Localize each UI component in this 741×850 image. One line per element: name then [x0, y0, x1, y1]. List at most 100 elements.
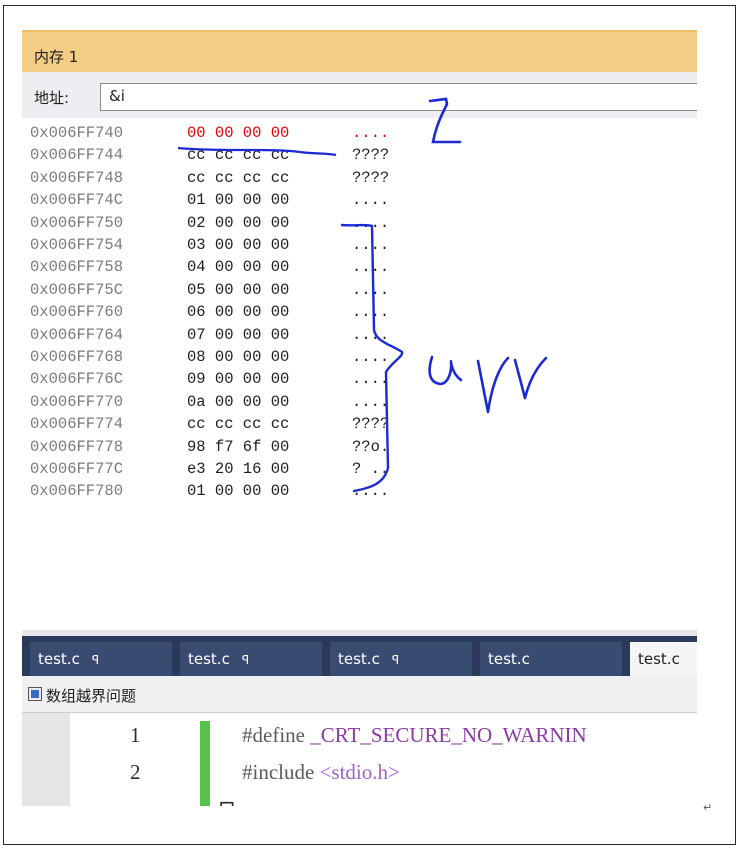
memory-row[interactable]: 0x006FF748 cc cc cc cc???? [22, 167, 697, 189]
memory-address: 0x006FF768 [30, 348, 124, 366]
memory-bytes[interactable]: 09 00 00 00 [187, 368, 289, 390]
editor-tab[interactable]: test.c ꟼ [30, 642, 172, 676]
return-mark-icon: ↵ [703, 801, 713, 814]
memory-bytes[interactable]: cc cc cc cc [187, 413, 289, 435]
memory-ascii: ???? [352, 146, 390, 165]
memory-ascii: .... [352, 124, 390, 142]
collapse-box-icon[interactable]: ⊟ [218, 796, 236, 806]
memory-row[interactable]: 0x006FF764 07 00 00 00.... [22, 324, 697, 346]
bookmark-label[interactable]: 数组越界问题 [46, 685, 136, 706]
line-number: 2 [130, 760, 141, 784]
memory-address: 0x006FF764 [30, 325, 124, 344]
memory-row[interactable]: 0x006FF770 0a 00 00 00.... [22, 391, 697, 413]
memory-bytes[interactable]: 00 00 00 00 [187, 122, 289, 144]
pin-icon[interactable]: ꟼ [242, 653, 249, 667]
memory-ascii: .... [352, 236, 390, 254]
memory-row[interactable]: 0x006FF75C 05 00 00 00.... [22, 279, 697, 301]
code-line[interactable]: #include <stdio.h> [242, 760, 400, 785]
memory-address: 0x006FF740 [30, 124, 124, 142]
include-path: <stdio.h> [319, 760, 400, 784]
memory-address: 0x006FF760 [30, 303, 124, 322]
memory-address: 0x006FF750 [30, 213, 124, 232]
memory-bytes[interactable]: 0a 00 00 00 [187, 391, 289, 413]
memory-bytes[interactable]: 01 00 00 00 [187, 480, 289, 502]
directive-keyword: #include [242, 760, 320, 784]
memory-bytes[interactable]: 08 00 00 00 [187, 346, 289, 368]
memory-ascii: ? .. [352, 460, 390, 478]
memory-row[interactable]: 0x006FF74C 01 00 00 00.... [22, 189, 697, 211]
memory-ascii: ???? [352, 415, 390, 434]
memory-ascii: .... [352, 348, 390, 366]
memory-bytes[interactable]: 04 00 00 00 [187, 256, 289, 278]
memory-row[interactable]: 0x006FF768 08 00 00 00.... [22, 346, 697, 368]
memory-row[interactable]: 0x006FF754 03 00 00 00.... [22, 234, 697, 256]
memory-bytes[interactable]: 06 00 00 00 [187, 301, 289, 323]
memory-address: 0x006FF74C [30, 191, 124, 210]
address-label: 地址: [34, 89, 70, 107]
memory-bytes[interactable]: 07 00 00 00 [187, 324, 289, 346]
line-number: 1 [130, 723, 141, 747]
tab-label: test.c [188, 650, 230, 668]
memory-row[interactable]: 0x006FF780 01 00 00 00.... [22, 480, 697, 502]
memory-row[interactable]: 0x006FF774 cc cc cc cc???? [22, 413, 697, 435]
memory-bytes[interactable]: 01 00 00 00 [187, 189, 289, 211]
memory-address: 0x006FF748 [30, 168, 124, 187]
code-line[interactable]: #define _CRT_SECURE_NO_WARNIN [242, 723, 587, 748]
memory-bytes[interactable]: cc cc cc cc [187, 167, 289, 189]
memory-ascii: .... [352, 392, 390, 411]
code-editor[interactable]: 1 #define _CRT_SECURE_NO_WARNIN 2 #inclu… [22, 713, 697, 806]
memory-bytes[interactable]: 05 00 00 00 [187, 279, 289, 301]
memory-row[interactable]: 0x006FF758 04 00 00 00.... [22, 256, 697, 278]
tab-label: test.c [38, 650, 80, 668]
address-bar: 地址: &i [22, 72, 697, 118]
window-title: 内存 1 [34, 48, 79, 66]
memory-row[interactable]: 0x006FF740 00 00 00 00.... [22, 122, 697, 144]
pin-icon[interactable]: ꟼ [92, 653, 99, 667]
memory-ascii: .... [352, 482, 390, 501]
memory-bytes[interactable]: 03 00 00 00 [187, 234, 289, 256]
memory-address: 0x006FF75C [30, 280, 124, 299]
memory-address: 0x006FF76C [30, 370, 124, 389]
memory-row[interactable]: 0x006FF744 cc cc cc cc???? [22, 144, 697, 166]
editor-tab[interactable]: test.c [630, 642, 697, 676]
memory-address: 0x006FF780 [30, 482, 124, 501]
memory-row[interactable]: 0x006FF760 06 00 00 00.... [22, 301, 697, 323]
memory-address: 0x006FF754 [30, 236, 124, 254]
memory-address: 0x006FF770 [30, 392, 124, 411]
tab-label: test.c [338, 650, 380, 668]
editor-tab[interactable]: test.c ꟼ [330, 642, 472, 676]
memory-row[interactable]: 0x006FF76C 09 00 00 00.... [22, 368, 697, 390]
memory-address: 0x006FF77C [30, 460, 124, 478]
memory-bytes[interactable]: 98 f7 6f 00 [187, 436, 289, 458]
memory-bytes[interactable]: e3 20 16 00 [187, 458, 289, 480]
memory-ascii: .... [352, 191, 390, 210]
memory-ascii: .... [352, 280, 390, 299]
memory-row[interactable]: 0x006FF778 98 f7 6f 00 ??o. [22, 436, 697, 458]
memory-ascii: .... [352, 213, 390, 232]
editor-margin [22, 713, 70, 806]
memory-address: 0x006FF778 [30, 437, 124, 456]
bookmark-bar: 数组越界问题 [22, 676, 697, 713]
vs-screenshot: 内存 1 地址: &i 0x006FF740 00 00 00 00.... 0x0… [22, 30, 697, 806]
memory-window-titlebar[interactable]: 内存 1 [22, 30, 697, 72]
navigation-icon [28, 687, 42, 701]
editor-tab[interactable]: test.c ꟼ [180, 642, 322, 676]
address-input[interactable]: &i [100, 83, 697, 111]
pin-icon[interactable]: ꟼ [392, 653, 399, 667]
memory-ascii: .... [352, 370, 390, 389]
memory-address: 0x006FF774 [30, 415, 124, 434]
tab-label: test.c [638, 650, 680, 668]
memory-ascii: ??o. [352, 437, 390, 456]
memory-row[interactable]: 0x006FF77C e3 20 16 00 ? .. [22, 458, 697, 480]
memory-ascii: .... [352, 258, 390, 277]
memory-bytes[interactable]: cc cc cc cc [187, 144, 289, 166]
editor-tab[interactable]: test.c [480, 642, 622, 676]
memory-view[interactable]: 0x006FF740 00 00 00 00.... 0x006FF744 cc cc… [22, 118, 697, 636]
memory-row[interactable]: 0x006FF750 02 00 00 00.... [22, 212, 697, 234]
memory-ascii: ???? [352, 168, 390, 187]
memory-bytes[interactable]: 02 00 00 00 [187, 212, 289, 234]
memory-ascii: .... [352, 303, 390, 322]
editor-tab-strip: test.c ꟼ test.c ꟼ test.c ꟼ test.c test.c [22, 636, 697, 676]
memory-address: 0x006FF744 [30, 146, 124, 165]
memory-address: 0x006FF758 [30, 258, 124, 277]
